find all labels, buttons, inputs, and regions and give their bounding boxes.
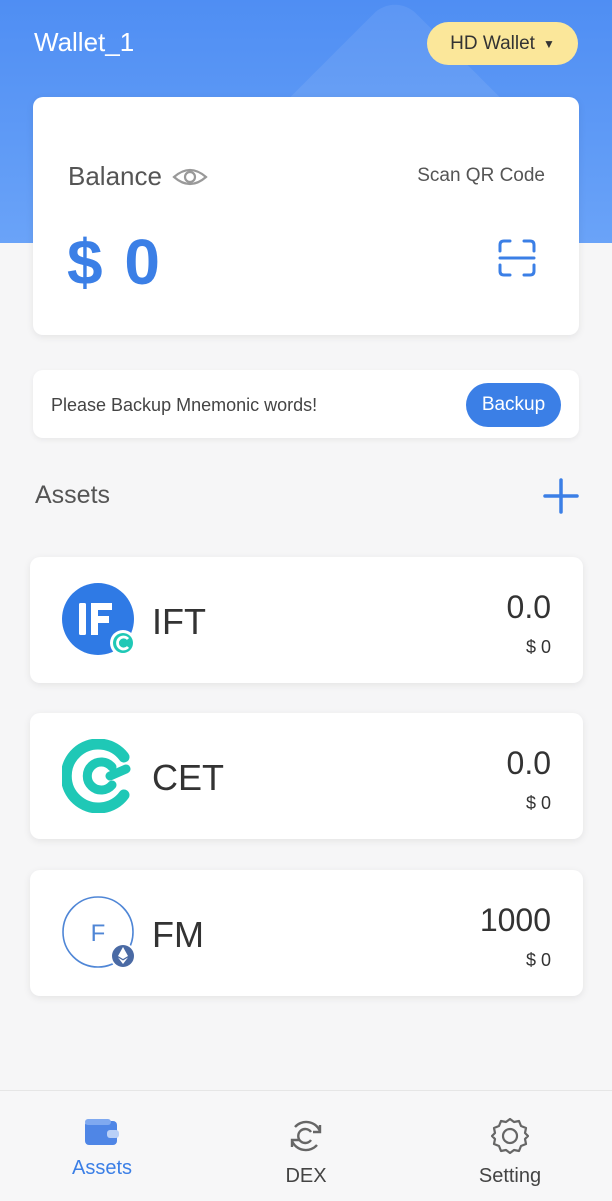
nav-label-assets: Assets xyxy=(71,1157,133,1179)
eye-icon[interactable] xyxy=(172,165,208,189)
balance-value: $ 0 xyxy=(67,226,162,298)
backup-reminder: Please Backup Mnemonic words! Backup xyxy=(33,370,579,438)
cet-logo-icon xyxy=(62,739,131,813)
asset-amount: 1000 xyxy=(479,902,551,938)
asset-symbol: CET xyxy=(152,757,224,798)
plus-icon[interactable] xyxy=(542,477,580,515)
balance-label: Balance xyxy=(68,161,162,191)
asset-symbol: FM xyxy=(152,914,204,955)
nav-label-setting: Setting xyxy=(478,1165,542,1187)
asset-fiat-value: $ 0 xyxy=(525,793,551,813)
asset-fiat-value: $ 0 xyxy=(525,950,551,970)
balance-header: Balance xyxy=(68,161,208,192)
scan-frame-icon[interactable] xyxy=(498,239,536,277)
nav-tab-assets[interactable]: Assets xyxy=(0,1091,204,1201)
asset-row-fm[interactable]: F FM 1000 $ 0 xyxy=(30,870,583,996)
asset-fiat-value: $ 0 xyxy=(525,637,551,657)
asset-row-cet[interactable]: CET 0.0 $ 0 xyxy=(30,713,583,839)
fm-logo: F xyxy=(62,896,136,970)
ift-logo-icon xyxy=(62,583,136,656)
exchange-icon xyxy=(290,1120,322,1152)
gear-icon xyxy=(491,1117,529,1155)
wallet-type-label: HD Wallet xyxy=(450,32,535,54)
backup-button[interactable]: Backup xyxy=(466,383,561,427)
balance-card: Balance Scan QR Code $ 0 xyxy=(33,97,579,335)
bottom-navigation: Assets DEX Setting xyxy=(0,1090,612,1201)
nav-label-dex: DEX xyxy=(285,1165,327,1187)
scan-qr-label[interactable]: Scan QR Code xyxy=(417,165,545,187)
asset-symbol: IFT xyxy=(152,601,206,642)
nav-tab-dex[interactable]: DEX xyxy=(204,1091,408,1201)
fm-logo-letter: F xyxy=(91,920,106,947)
nav-tab-setting[interactable]: Setting xyxy=(408,1091,612,1201)
wallet-icon xyxy=(85,1119,119,1145)
caret-down-icon: ▼ xyxy=(542,36,555,51)
asset-amount: 0.0 xyxy=(506,745,551,781)
fm-logo-icon: F xyxy=(62,896,136,969)
asset-amount: 0.0 xyxy=(506,589,551,625)
wallet-type-dropdown[interactable]: HD Wallet ▼ xyxy=(427,22,578,65)
backup-message: Please Backup Mnemonic words! xyxy=(51,395,318,415)
assets-title: Assets xyxy=(35,481,111,509)
asset-row-ift[interactable]: IFT 0.0 $ 0 xyxy=(30,557,583,683)
wallet-name[interactable]: Wallet_1 xyxy=(34,27,134,58)
